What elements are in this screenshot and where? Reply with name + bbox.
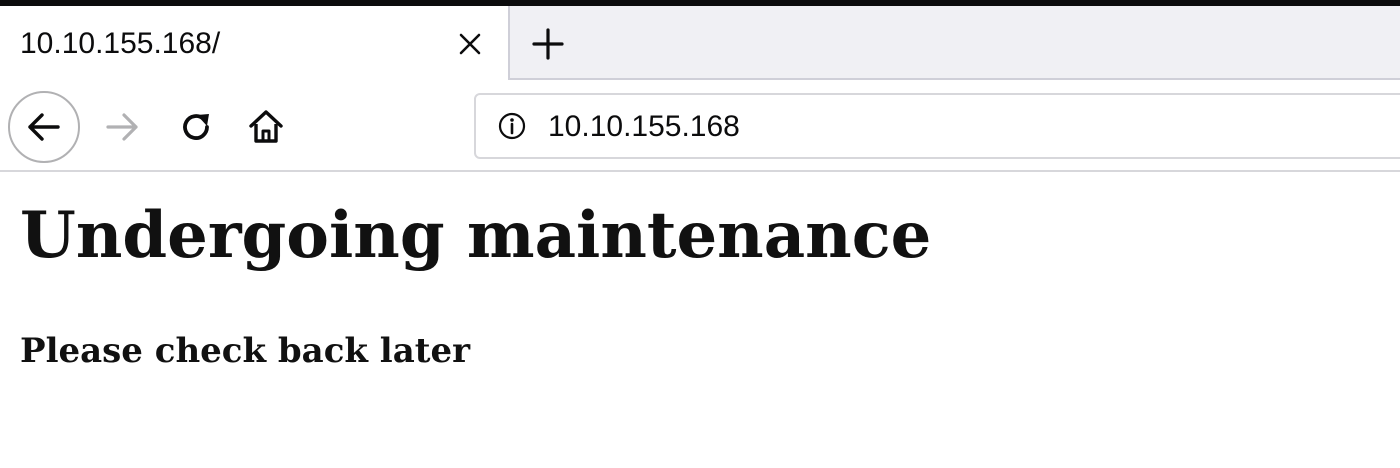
home-button[interactable] xyxy=(244,105,288,149)
plus-icon[interactable] xyxy=(528,24,568,64)
forward-button[interactable] xyxy=(100,105,144,149)
reload-button[interactable] xyxy=(174,105,218,149)
home-icon xyxy=(246,107,286,147)
url-bar[interactable]: 10.10.155.168 xyxy=(474,93,1400,159)
back-button[interactable] xyxy=(8,91,80,163)
tab-active[interactable]: 10.10.155.168/ xyxy=(0,6,510,80)
reload-icon xyxy=(176,107,216,147)
page-subheading: Please check back later xyxy=(20,331,471,371)
info-icon[interactable] xyxy=(496,110,528,142)
close-icon[interactable] xyxy=(452,26,488,62)
arrow-left-icon xyxy=(24,107,64,147)
tab-strip: 10.10.155.168/ xyxy=(0,6,1400,80)
navigation-toolbar: 10.10.155.168 xyxy=(0,80,1400,172)
arrow-right-icon xyxy=(102,107,142,147)
page-content: Undergoing maintenance Please check back… xyxy=(0,172,1400,468)
page-heading: Undergoing maintenance xyxy=(20,198,932,273)
url-text[interactable]: 10.10.155.168 xyxy=(548,109,740,145)
tab-title: 10.10.155.168/ xyxy=(20,27,221,60)
